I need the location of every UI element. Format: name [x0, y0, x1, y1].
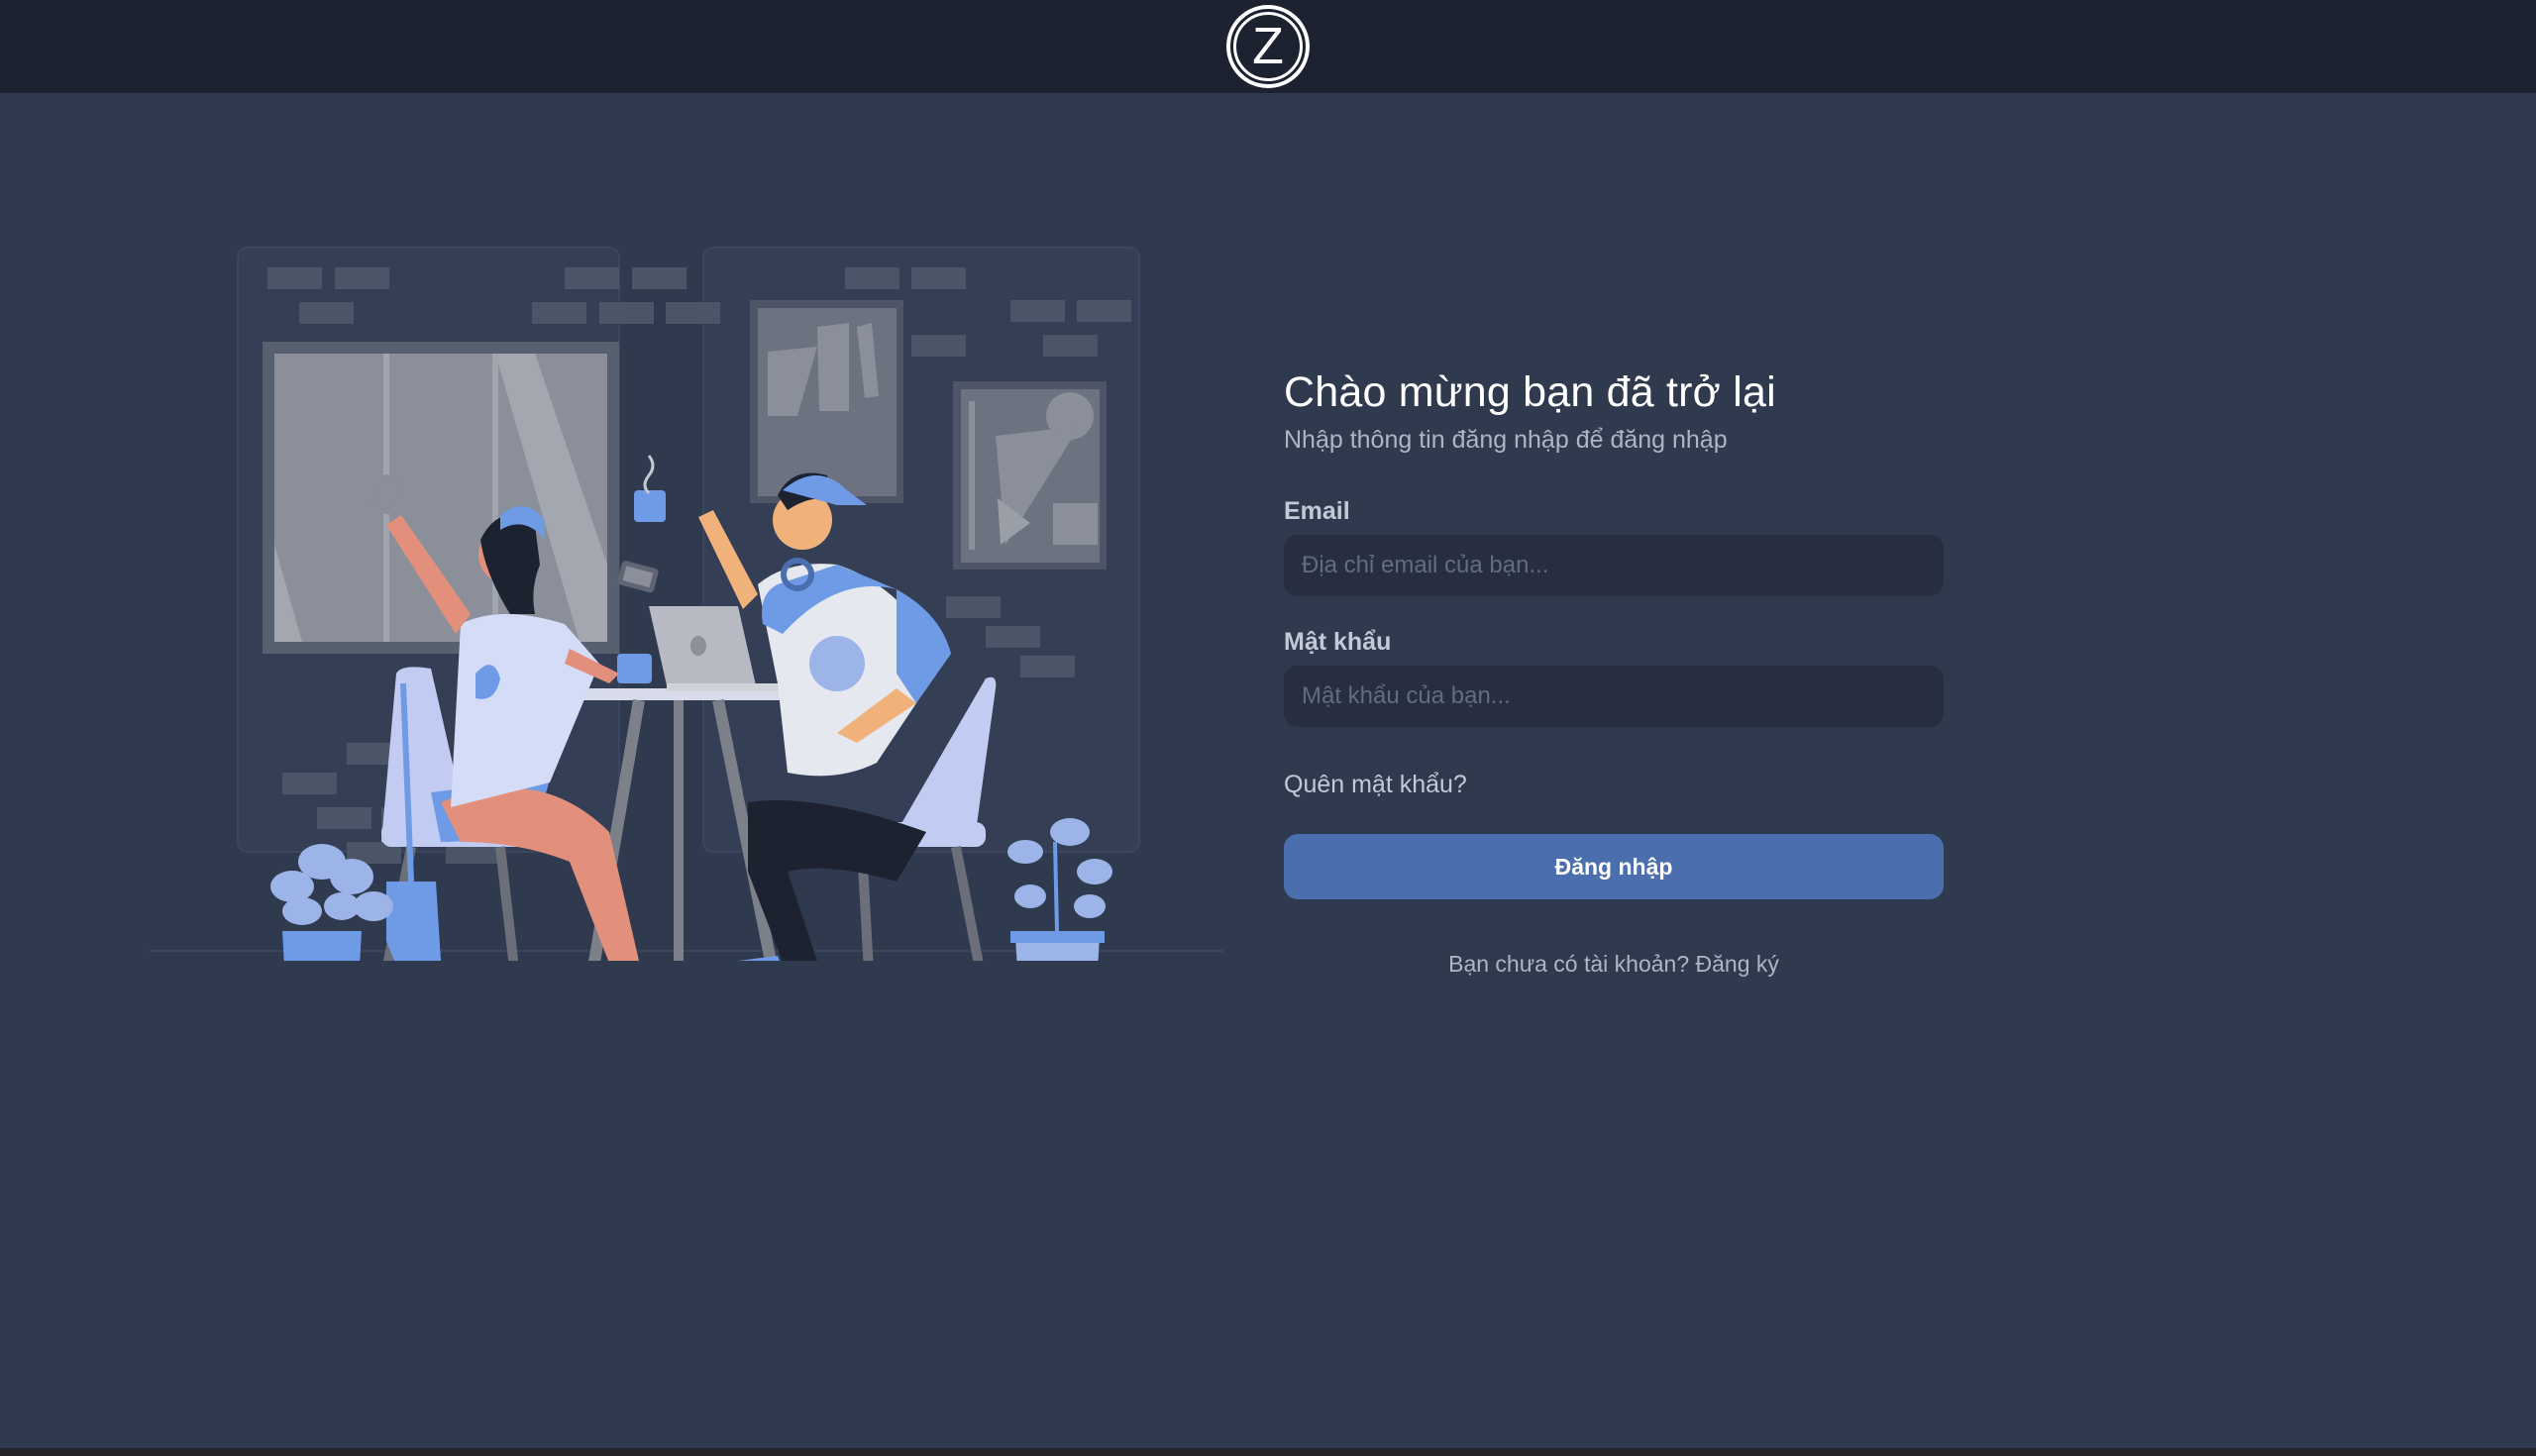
login-form: Chào mừng bạn đã trở lại Nhập thông tin …: [1284, 366, 1944, 979]
page-title: Chào mừng bạn đã trở lại: [1284, 368, 1776, 416]
email-label: Email: [1284, 497, 1350, 525]
top-bar: Z: [0, 0, 2536, 93]
email-field[interactable]: [1284, 535, 1944, 596]
logo-letter: Z: [1233, 12, 1303, 81]
register-prompt-text: Bạn chưa có tài khoản?: [1448, 951, 1690, 977]
password-label: Mật khẩu: [1284, 628, 1392, 656]
password-field[interactable]: [1284, 666, 1944, 727]
friends-at-cafe-illustration: [149, 247, 1223, 961]
app-logo[interactable]: Z: [1226, 5, 1310, 88]
bottom-strip: [0, 1448, 2536, 1456]
register-prompt: Bạn chưa có tài khoản? Đăng ký: [1284, 949, 1944, 979]
login-button[interactable]: Đăng nhập: [1284, 834, 1944, 899]
page-subtitle: Nhập thông tin đăng nhập để đăng nhập: [1284, 426, 1728, 454]
register-link[interactable]: Đăng ký: [1696, 951, 1779, 977]
forgot-password-link[interactable]: Quên mật khẩu?: [1284, 769, 1467, 800]
